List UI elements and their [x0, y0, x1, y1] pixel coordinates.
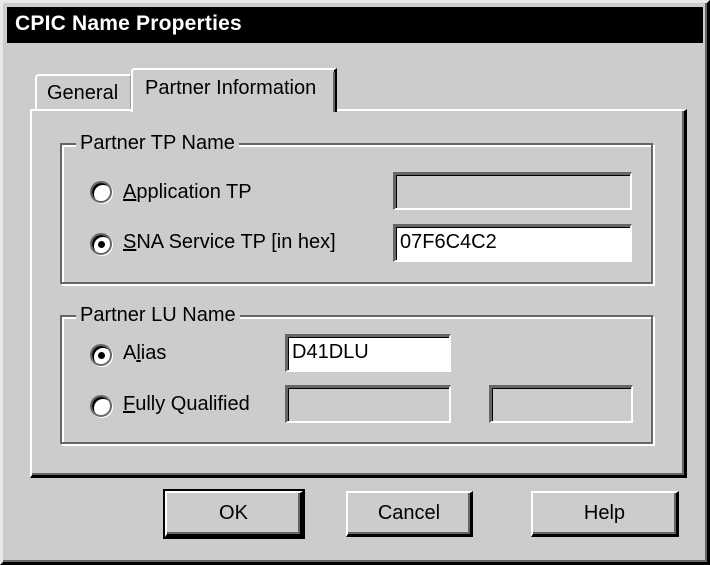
fully-qualified-network-field[interactable] [285, 385, 451, 423]
tab-general[interactable]: General [35, 74, 131, 110]
help-button[interactable]: Help [531, 491, 679, 537]
sna-service-tp-label-text: NA Service TP [in hex] [136, 231, 336, 253]
cancel-button[interactable]: Cancel [346, 491, 473, 537]
partner-tp-name-group: Partner TP Name [60, 132, 653, 284]
sna-service-tp-label[interactable]: SNA Service TP [in hex] [123, 231, 336, 254]
application-tp-label-text: pplication TP [136, 181, 252, 203]
alias-label[interactable]: Alias [123, 342, 166, 365]
application-tp-label[interactable]: Application TP [123, 181, 252, 204]
alias-radio[interactable] [90, 344, 112, 366]
sna-service-tp-mnemonic: S [123, 231, 137, 253]
tab-general-label: General [47, 82, 119, 104]
application-tp-mnemonic: A [123, 181, 137, 203]
alias-label-prefix: A [123, 342, 137, 364]
partner-tp-name-legend: Partner TP Name [76, 132, 239, 154]
fully-qualified-label-text: ully Qualified [135, 393, 250, 415]
fully-qualified-label[interactable]: Fully Qualified [123, 393, 250, 416]
sna-service-tp-radio[interactable] [90, 233, 112, 255]
partner-lu-name-legend: Partner LU Name [76, 304, 240, 326]
tab-partner-information-label: Partner Information [145, 77, 317, 99]
ok-button[interactable]: OK [163, 489, 305, 539]
fully-qualified-lu-field[interactable] [489, 385, 633, 423]
sna-service-tp-field[interactable]: 07F6C4C2 [393, 224, 632, 262]
application-tp-radio[interactable] [90, 181, 112, 203]
alias-label-text: ias [140, 342, 167, 364]
fully-qualified-mnemonic: F [123, 393, 136, 415]
fully-qualified-radio[interactable] [90, 395, 112, 417]
window-title: CPIC Name Properties [15, 12, 242, 35]
title-bar[interactable]: CPIC Name Properties [7, 7, 703, 43]
application-tp-field[interactable] [393, 172, 632, 210]
tab-partner-information[interactable]: Partner Information [131, 68, 337, 112]
alias-field[interactable]: D41DLU [285, 334, 451, 372]
